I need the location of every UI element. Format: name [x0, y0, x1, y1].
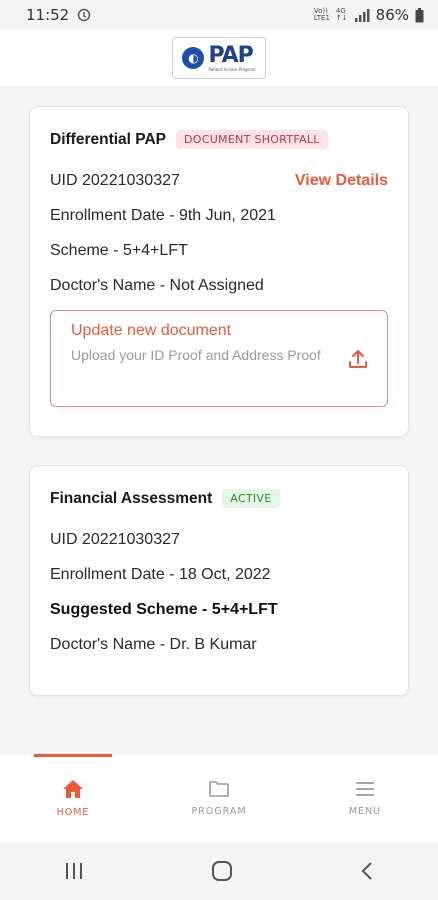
enrollment-date: Enrollment Date - 18 Oct, 2022 — [50, 566, 271, 583]
scheme-text: Scheme - 5+4+LFT — [50, 242, 188, 259]
battery-icon — [415, 7, 424, 22]
upload-icon[interactable] — [347, 348, 369, 370]
status-left: 11:52 — [26, 6, 91, 24]
nav-home[interactable]: HOME — [0, 754, 146, 842]
back-icon[interactable] — [359, 861, 375, 881]
home-button-icon[interactable] — [211, 860, 233, 882]
update-subtitle: Upload your ID Proof and Address Proof — [71, 347, 321, 363]
uid-text: UID 20221030327 — [50, 172, 180, 189]
status-bar: 11:52 Vo)) LTE1 4G ↑↓ 86% — [0, 0, 438, 30]
view-details-link[interactable]: View Details — [295, 163, 388, 198]
volte-indicator: Vo)) LTE1 — [313, 7, 330, 22]
nav-label: MENU — [348, 805, 382, 817]
doctor-name: Doctor's Name - Not Assigned — [50, 277, 264, 294]
app-header: ◐ PAP Patient Access Program — [0, 30, 438, 86]
uid-text: UID 20221030327 — [50, 531, 180, 548]
folder-icon — [209, 781, 229, 797]
menu-icon — [356, 781, 374, 796]
signal-icon — [354, 9, 370, 22]
suggested-scheme-text: Suggested Scheme - 5+4+LFT — [50, 601, 278, 618]
update-title: Update new document — [71, 322, 232, 339]
doctor-name: Doctor's Name - Dr. B Kumar — [50, 636, 257, 653]
network-type-indicator: 4G ↑↓ — [335, 7, 348, 22]
status-right: Vo)) LTE1 4G ↑↓ 86% — [314, 6, 424, 24]
enrollment-date: Enrollment Date - 9th Jun, 2021 — [50, 207, 276, 224]
status-badge: DOCUMENT SHORTFALL — [176, 130, 328, 149]
program-card-differential-pap[interactable]: Differential PAP DOCUMENT SHORTFALL UID … — [30, 107, 408, 436]
update-document-button[interactable]: Update new document Upload your ID Proof… — [50, 310, 388, 407]
data-saver-icon — [77, 8, 91, 22]
battery-percent: 86% — [375, 6, 409, 24]
system-navigation-bar — [0, 842, 438, 900]
recent-apps-icon[interactable] — [63, 861, 85, 881]
nav-program[interactable]: PROGRAM — [146, 754, 292, 842]
clock: 11:52 — [26, 6, 70, 24]
globe-icon: ◐ — [182, 47, 205, 69]
status-badge: ACTIVE — [222, 489, 280, 508]
card-title: Differential PAP — [50, 130, 166, 148]
card-title: Financial Assessment — [50, 489, 213, 507]
nav-label: HOME — [56, 806, 90, 818]
nav-label: PROGRAM — [191, 806, 247, 817]
program-card-financial-assessment[interactable]: Financial Assessment ACTIVE UID 20221030… — [30, 466, 408, 695]
home-icon — [63, 779, 83, 798]
pap-logo: ◐ PAP Patient Access Program — [172, 37, 266, 79]
nav-menu[interactable]: MENU — [292, 754, 438, 842]
active-tab-indicator — [34, 754, 112, 757]
bottom-navigation: HOME PROGRAM MENU — [0, 753, 438, 842]
